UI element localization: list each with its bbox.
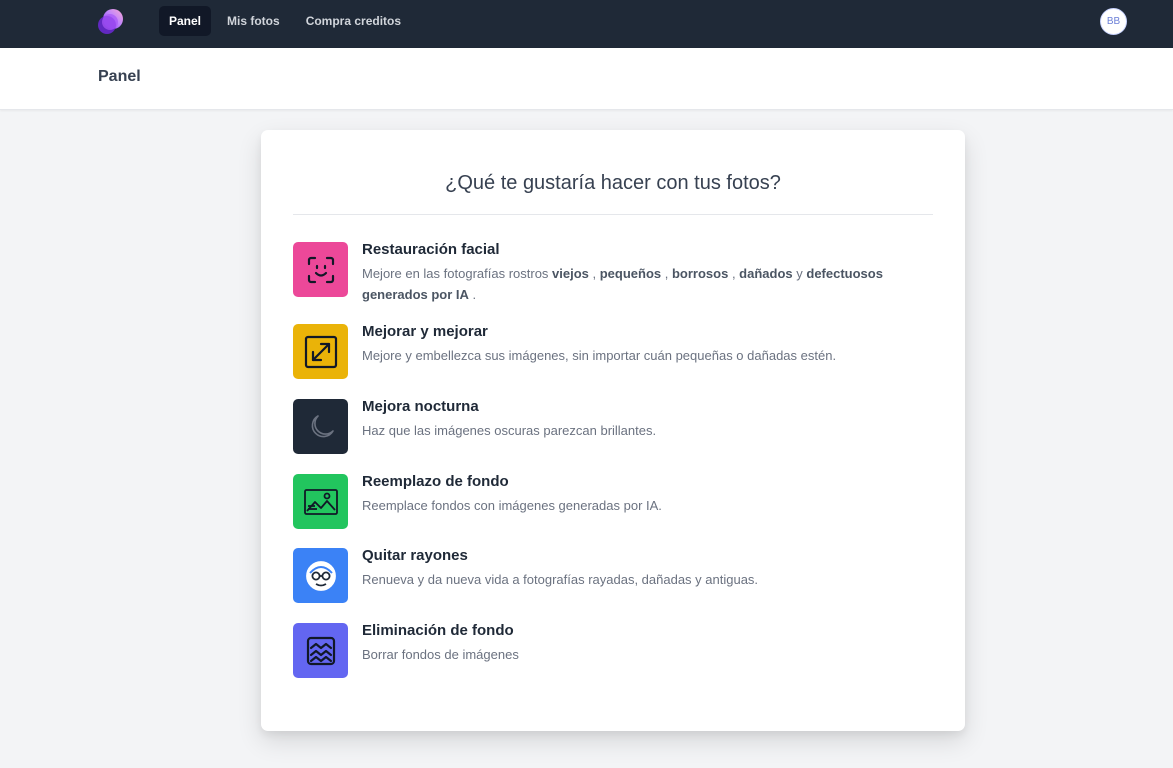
option-background-replace[interactable]: Reemplazo de fondo Reemplace fondos con …: [293, 473, 933, 529]
option-description: Borrar fondos de imágenes: [362, 647, 519, 662]
nav-item-mis-fotos[interactable]: Mis fotos: [217, 6, 290, 36]
option-title: Quitar rayones: [362, 547, 468, 564]
option-title: Mejora nocturna: [362, 398, 479, 415]
nav-item-panel[interactable]: Panel: [159, 6, 212, 36]
waves-frame-icon: [293, 623, 348, 678]
user-avatar[interactable]: BB: [1100, 8, 1127, 35]
page-title: Panel: [98, 68, 141, 85]
option-title: Eliminación de fondo: [362, 622, 514, 639]
option-title: Reemplazo de fondo: [362, 473, 509, 490]
landscape-image-icon: [293, 474, 348, 529]
option-night-enhance[interactable]: Mejora nocturna Haz que las imágenes osc…: [293, 398, 933, 454]
option-description: Mejore en las fotografías rostros viejos…: [362, 266, 883, 302]
actions-card: ¿Qué te gustaría hacer con tus fotos? Re…: [261, 130, 965, 731]
option-description: Reemplace fondos con imágenes generadas …: [362, 498, 662, 513]
card-title: ¿Qué te gustaría hacer con tus fotos?: [445, 172, 781, 194]
option-description: Haz que las imágenes oscuras parezcan br…: [362, 423, 657, 438]
option-title: Mejorar y mejorar: [362, 323, 488, 340]
expand-arrows-icon: [293, 324, 348, 379]
old-face-icon: [293, 548, 348, 603]
option-enhance[interactable]: Mejorar y mejorar Mejore y embellezca su…: [293, 323, 933, 379]
moon-icon: [293, 399, 348, 454]
option-description: Renueva y da nueva vida a fotografías ra…: [362, 572, 759, 587]
face-scan-icon: [293, 242, 348, 297]
option-description: Mejore y embellezca sus imágenes, sin im…: [362, 348, 837, 363]
option-background-removal[interactable]: Eliminación de fondo Borrar fondos de im…: [293, 622, 933, 678]
top-navbar: Panel Mis fotos Compra creditos BB: [0, 0, 1173, 48]
option-face-restoration[interactable]: Restauración facial Mejore en las fotogr…: [293, 241, 933, 305]
card-divider: [293, 214, 933, 215]
nav-item-compra-creditos[interactable]: Compra creditos: [296, 6, 411, 36]
app-logo-icon[interactable]: [97, 8, 125, 36]
page-header: Panel: [0, 48, 1173, 110]
option-scratch-removal[interactable]: Quitar rayones Renueva y da nueva vida a…: [293, 547, 933, 603]
option-title: Restauración facial: [362, 241, 500, 258]
